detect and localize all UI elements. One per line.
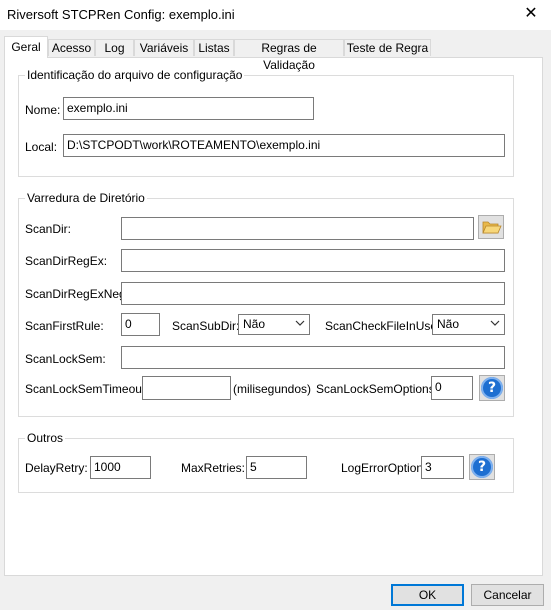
scandirregexneg-field[interactable]	[121, 282, 505, 305]
scanlocksemoptions-label: ScanLockSemOptions:	[316, 382, 439, 396]
help-icon: ?	[471, 456, 493, 478]
scanlocksemtimeout-label: ScanLockSemTimeout:	[25, 382, 149, 396]
scandirregex-field[interactable]	[121, 249, 505, 272]
scanfirstrule-field[interactable]: 0	[121, 313, 160, 336]
cancel-button[interactable]: Cancelar	[471, 584, 544, 606]
scandir-label: ScanDir:	[25, 222, 72, 236]
delayretry-field[interactable]: 1000	[90, 456, 151, 479]
scanlocksemtimeout-field[interactable]	[142, 376, 231, 400]
identificacao-group	[18, 75, 514, 177]
identificacao-legend: Identificação do arquivo de configuração	[25, 68, 245, 82]
scanfirstrule-label: ScanFirstRule:	[25, 319, 104, 333]
folder-open-icon	[482, 221, 502, 234]
maxretries-label: MaxRetries:	[181, 461, 246, 475]
tab-log[interactable]: Log	[95, 39, 134, 56]
chevron-down-icon	[295, 320, 305, 326]
scanlocksem-label: ScanLockSem:	[25, 352, 106, 366]
local-label: Local:	[25, 140, 58, 154]
browse-folder-button[interactable]	[478, 215, 504, 239]
tab-listas[interactable]: Listas	[194, 39, 234, 56]
tab-regras-validacao[interactable]: Regras de Validação	[234, 39, 344, 72]
varredura-legend: Varredura de Diretório	[25, 191, 147, 205]
scanlocksemoptions-help-button[interactable]: ?	[479, 375, 505, 401]
scandirregex-label: ScanDirRegEx:	[25, 254, 108, 268]
logerroroption-label: LogErrorOption:	[341, 461, 427, 475]
scandirregexneg-label: ScanDirRegExNeg:	[25, 287, 130, 301]
outros-legend: Outros	[25, 431, 66, 445]
tab-variaveis[interactable]: Variáveis	[134, 39, 194, 56]
scansubdir-select[interactable]: Não	[238, 314, 310, 335]
tab-teste-regra[interactable]: Teste de Regra	[344, 39, 431, 56]
scancheckfileinuse-select[interactable]: Não	[432, 314, 505, 335]
ok-button[interactable]: OK	[391, 584, 464, 606]
tab-geral[interactable]: Geral	[4, 36, 48, 58]
window-title: Riversoft STCPRen Config: exemplo.ini	[7, 7, 235, 22]
scanlocksemoptions-field[interactable]: 0	[431, 376, 473, 400]
maxretries-field[interactable]: 5	[246, 456, 307, 479]
tab-acesso[interactable]: Acesso	[48, 39, 95, 56]
scanlocksem-field[interactable]	[121, 346, 505, 369]
timeout-unit-label: (milisegundos)	[233, 382, 312, 396]
scandir-field[interactable]	[121, 217, 474, 240]
chevron-down-icon	[490, 320, 500, 326]
scancheckfileinuse-label: ScanCheckFileInUse:	[325, 319, 441, 333]
scansubdir-value: Não	[243, 317, 266, 331]
logerroroption-help-button[interactable]: ?	[469, 454, 495, 480]
help-icon: ?	[481, 377, 503, 399]
scancheckfileinuse-value: Não	[437, 317, 460, 331]
scansubdir-label: ScanSubDir:	[172, 319, 240, 333]
logerroroption-field[interactable]: 3	[421, 456, 464, 479]
nome-field[interactable]: exemplo.ini	[63, 97, 314, 120]
nome-label: Nome:	[25, 103, 61, 117]
delayretry-label: DelayRetry:	[25, 461, 88, 475]
close-icon[interactable]: ✕	[518, 3, 544, 25]
local-field[interactable]: D:\STCPODT\work\ROTEAMENTO\exemplo.ini	[63, 134, 505, 157]
